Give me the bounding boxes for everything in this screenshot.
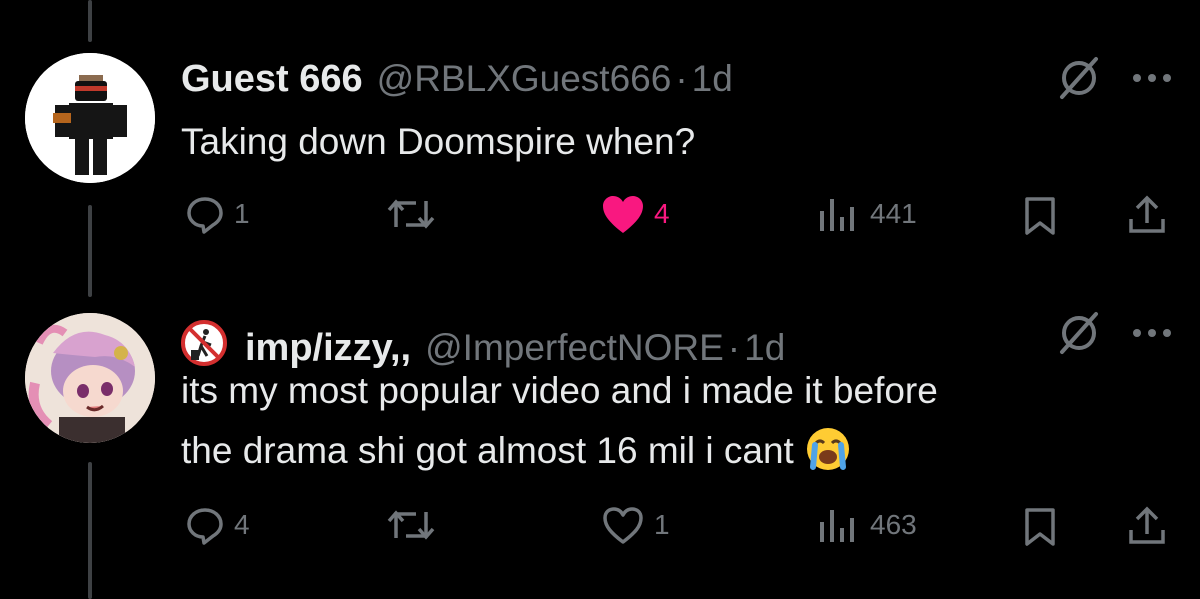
like-button[interactable]: 1 (600, 504, 670, 546)
user-handle[interactable]: @RBLXGuest666 (377, 58, 672, 100)
retweet-icon (387, 510, 435, 540)
tweet-text-line: its my most popular video and i made it … (181, 370, 938, 411)
share-icon[interactable] (1126, 504, 1168, 548)
reply-count: 4 (234, 509, 250, 540)
views-chart-icon (820, 199, 854, 231)
reply-count: 1 (234, 198, 250, 229)
share-icon[interactable] (1126, 193, 1168, 237)
more-options-icon[interactable] (1130, 323, 1174, 343)
tweet-text-line-with-emoji: the drama shi got almost 16 mil i cant (181, 421, 1141, 481)
reply-icon (187, 197, 223, 234)
tweet-text: its my most popular video and i made it … (181, 361, 1141, 481)
retweet-button[interactable] (386, 504, 444, 546)
heart-filled-icon (603, 196, 643, 233)
bookmark-icon[interactable] (1022, 506, 1058, 548)
grok-icon[interactable] (1054, 308, 1104, 358)
more-options-icon[interactable] (1130, 68, 1174, 88)
retweet-icon (387, 199, 435, 229)
like-count: 1 (654, 509, 670, 540)
tweet-text-line: the drama shi got almost 16 mil i cant (181, 430, 794, 471)
retweet-button[interactable] (386, 193, 444, 235)
views-button[interactable]: 441 (816, 193, 917, 235)
tweet-text-line: Taking down Doomspire when? (181, 121, 696, 162)
reply-icon (187, 508, 223, 545)
views-chart-icon (820, 510, 854, 542)
views-count: 441 (870, 198, 917, 229)
reply-button[interactable]: 4 (184, 504, 250, 546)
reply-button[interactable]: 1 (184, 193, 250, 235)
anime-girl-avatar-icon (25, 313, 155, 443)
views-count: 463 (870, 509, 917, 540)
avatar[interactable] (25, 53, 155, 183)
separator-dot: · (675, 58, 688, 99)
roblox-guest-avatar-icon (25, 53, 155, 183)
no-littering-emoji-icon (181, 320, 227, 366)
tweet-text: Taking down Doomspire when? (181, 112, 1141, 172)
timestamp[interactable]: 1d (692, 58, 733, 100)
tweet-header: Guest 666 @RBLXGuest666 · 1d (181, 58, 733, 101)
like-count: 4 (654, 198, 670, 229)
display-name[interactable]: Guest 666 (181, 58, 363, 101)
thread-line-bottom (88, 462, 92, 599)
bookmark-icon[interactable] (1022, 195, 1058, 237)
loudly-crying-face-emoji-icon (806, 428, 849, 471)
thread-line-top (88, 0, 92, 42)
heart-outline-icon (603, 507, 643, 544)
thread-line-middle (88, 205, 92, 297)
grok-icon[interactable] (1054, 53, 1104, 103)
views-button[interactable]: 463 (816, 504, 917, 546)
avatar[interactable] (25, 313, 155, 443)
like-button[interactable]: 4 (600, 193, 670, 235)
